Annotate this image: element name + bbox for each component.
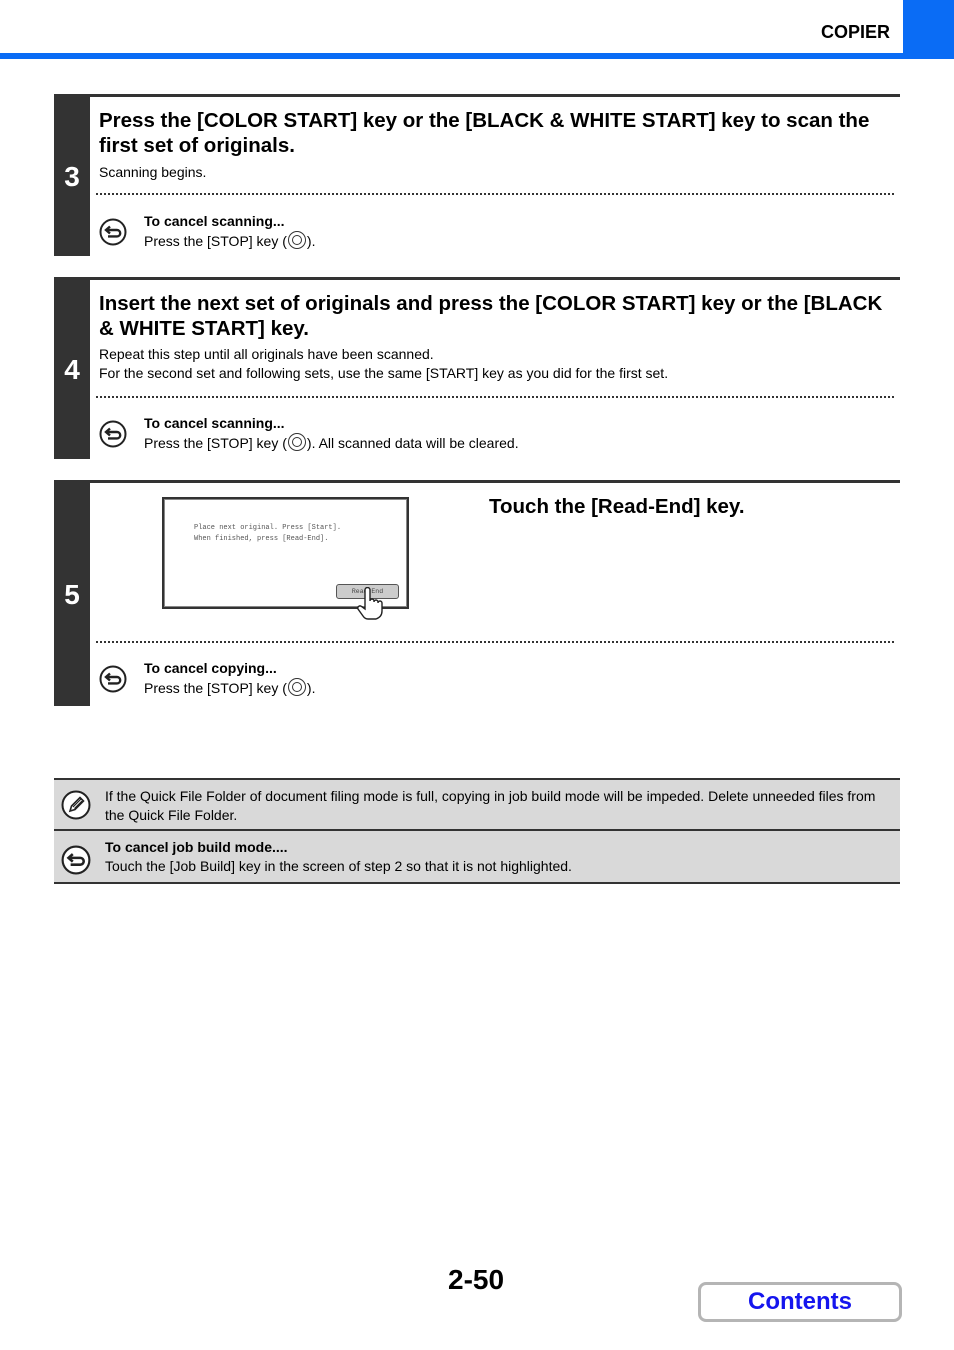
- dotted-divider: [96, 641, 894, 643]
- note-heading: To cancel job build mode....: [105, 839, 288, 855]
- cancel-return-icon: [99, 218, 127, 246]
- cancel-return-icon: [61, 845, 91, 875]
- section-title: COPIER: [820, 22, 890, 42]
- cancel-note: To cancel scanning... Press the [STOP] k…: [144, 213, 316, 249]
- cancel-return-icon: [99, 420, 127, 448]
- header-tab: [903, 0, 954, 59]
- step-number: 3: [54, 97, 90, 256]
- cancel-heading: To cancel scanning...: [144, 213, 285, 229]
- dotted-divider: [96, 396, 894, 398]
- cancel-return-icon: [99, 665, 127, 693]
- cancel-heading: To cancel scanning...: [144, 415, 285, 431]
- cancel-note: To cancel copying... Press the [STOP] ke…: [144, 660, 316, 696]
- cancel-heading: To cancel copying...: [144, 660, 277, 676]
- page-number: 2-50: [448, 1264, 505, 1295]
- step-title: Touch the [Read-End] key.: [489, 495, 745, 518]
- pointing-hand-icon: [357, 587, 383, 620]
- step-title: Insert the next set of originals and pre…: [99, 292, 883, 340]
- step-description: Scanning begins.: [99, 164, 207, 180]
- note-text: If the Quick File Folder of document fil…: [105, 788, 876, 823]
- step-title: Press the [COLOR START] key or the [BLAC…: [99, 109, 870, 157]
- step-number: 4: [54, 280, 90, 459]
- stop-key-icon: [287, 433, 306, 451]
- step-3: 3 Press the [COLOR START] key or the [BL…: [54, 94, 900, 256]
- step-number: 5: [54, 483, 90, 706]
- step-5: 5 Place next original. Press [Start]. Whe…: [54, 480, 900, 706]
- note-cancel-job-build: To cancel job build mode.... Touch the […: [54, 829, 900, 884]
- step-4: 4 Insert the next set of originals and p…: [54, 277, 900, 459]
- contents-button[interactable]: Contents: [698, 1282, 902, 1322]
- pencil-note-icon: [61, 790, 91, 820]
- screen-message: Place next original. Press [Start]. When …: [194, 524, 342, 543]
- cancel-note: To cancel scanning... Press the [STOP] k…: [144, 415, 519, 451]
- stop-key-icon: [287, 678, 306, 696]
- note-quick-file-folder: If the Quick File Folder of document fil…: [54, 778, 900, 830]
- step-description: Repeat this step until all originals hav…: [99, 346, 669, 381]
- note-text: To cancel job build mode.... Touch the […: [105, 838, 894, 876]
- stop-key-icon: [287, 231, 306, 249]
- header-bar: [0, 53, 954, 59]
- dotted-divider: [96, 193, 894, 195]
